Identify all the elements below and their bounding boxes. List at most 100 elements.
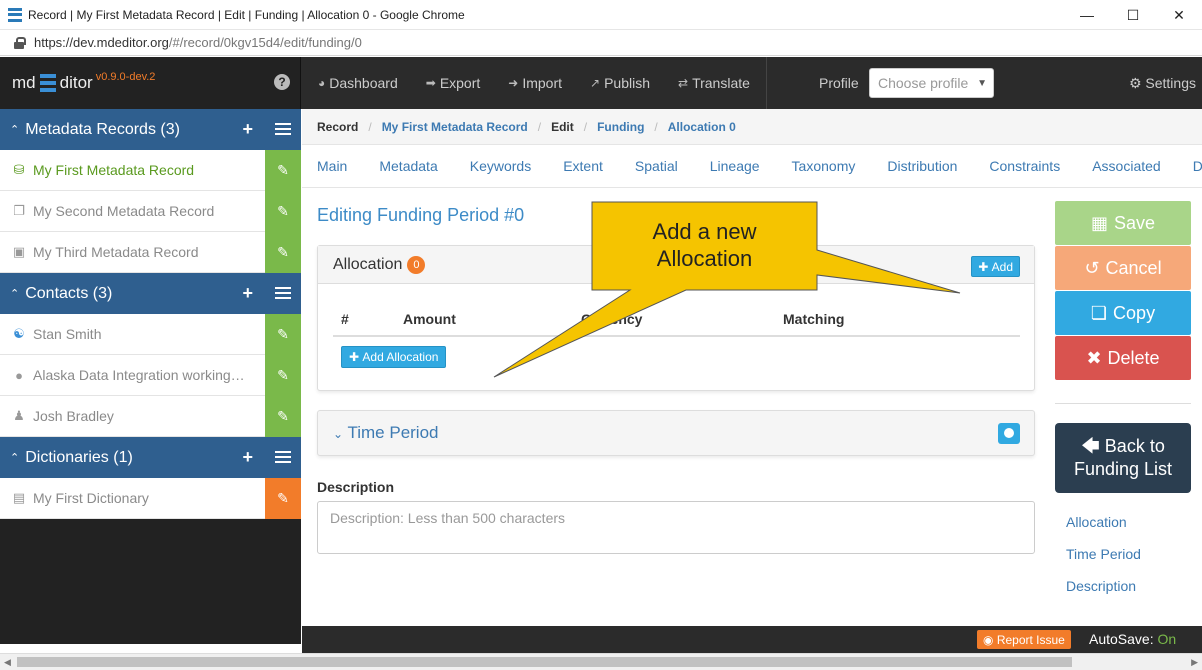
back-to-funding-list-button[interactable]: 🡄 Back to Funding List (1055, 423, 1191, 493)
sidebar-section-metadata-records[interactable]: ⌃ Metadata Records (3) + (0, 109, 301, 150)
description-label: Description (317, 479, 395, 495)
copy-button[interactable]: ❏ Copy (1055, 291, 1191, 335)
brand[interactable]: md ditor v0.9.0-dev.2 ? (0, 57, 301, 109)
tab-extent[interactable]: Extent (563, 158, 603, 174)
breadcrumb-separator: / (368, 119, 372, 134)
add-dictionary-icon[interactable]: + (242, 447, 253, 468)
autosave-label: AutoSave: (1089, 631, 1154, 647)
description-textarea[interactable]: Description: Less than 500 characters (317, 501, 1035, 554)
sidebar-section-contacts[interactable]: ⌃ Contacts (3) + (0, 273, 301, 314)
callout-text: Add a new Allocation (592, 218, 817, 272)
scroll-left-icon[interactable]: ◀ (4, 657, 11, 668)
allocation-title: Allocation (333, 255, 403, 273)
scroll-right-icon[interactable]: ▶ (1191, 657, 1198, 668)
breadcrumb-record-name[interactable]: My First Metadata Record (382, 120, 528, 134)
breadcrumb-funding[interactable]: Funding (597, 120, 644, 134)
add-record-icon[interactable]: + (242, 119, 253, 140)
nav-translate[interactable]: ⇄ Translate (678, 75, 750, 91)
image-icon: ▣ (12, 244, 26, 259)
nav-dashboard[interactable]: ◕ Dashboard (318, 75, 398, 91)
pencil-icon[interactable]: ✎ (265, 355, 301, 396)
footer: ◉ Report Issue AutoSave: On (302, 626, 1202, 653)
pencil-icon[interactable]: ✎ (265, 150, 301, 191)
url-text[interactable]: https://dev.mdeditor.org/#/record/0kgv15… (34, 35, 362, 50)
chevron-up-icon: ⌃ (10, 452, 20, 464)
list-icon[interactable] (275, 451, 291, 463)
arrow-left-icon: 🡄 (1081, 436, 1100, 456)
cancel-button[interactable]: ↺ Cancel (1055, 246, 1191, 290)
tab-metadata[interactable]: Metadata (379, 158, 437, 174)
help-icon[interactable]: ? (274, 74, 290, 90)
allocation-count-badge: 0 (407, 255, 426, 274)
sidebar-item-second-record[interactable]: ❐ My Second Metadata Record ✎ (0, 191, 301, 232)
sidebar-item-label: Alaska Data Integration working group (33, 367, 245, 383)
pencil-icon[interactable]: ✎ (265, 314, 301, 355)
settings-link[interactable]: ⚙ Settings (1129, 75, 1196, 92)
pencil-icon[interactable]: ✎ (265, 478, 301, 519)
nav-publish-label: Publish (604, 75, 651, 91)
tab-documents[interactable]: Documents (1193, 158, 1202, 174)
maximize-icon[interactable]: ☐ (1110, 0, 1156, 30)
list-icon[interactable] (275, 123, 291, 135)
add-contact-icon[interactable]: + (242, 283, 253, 304)
tab-spatial[interactable]: Spatial (635, 158, 678, 174)
list-icon[interactable] (275, 287, 291, 299)
browser-titlebar: Record | My First Metadata Record | Edit… (0, 0, 1202, 30)
nav-export-label: Export (439, 75, 481, 91)
delete-button[interactable]: ✖ Delete (1055, 336, 1191, 380)
sidebar-item-josh-bradley[interactable]: ♟ Josh Bradley ✎ (0, 396, 301, 437)
link-time-period[interactable]: Time Period (1066, 546, 1141, 578)
pencil-icon[interactable]: ✎ (265, 232, 301, 273)
sidebar-section-dictionaries[interactable]: ⌃ Dictionaries (1) + (0, 437, 301, 478)
tab-constraints[interactable]: Constraints (989, 158, 1060, 174)
sidebar-item-first-record[interactable]: ⛁ My First Metadata Record ✎ (0, 150, 301, 191)
sidebar-item-first-dictionary[interactable]: ▤ My First Dictionary ✎ (0, 478, 301, 519)
sidebar-item-stan-smith[interactable]: ☯ Stan Smith ✎ (0, 314, 301, 355)
link-description[interactable]: Description (1066, 578, 1141, 610)
time-period-toggle[interactable] (998, 423, 1020, 444)
nav-publish[interactable]: ↗ Publish (590, 75, 650, 91)
add-button[interactable]: ✚ Add (971, 256, 1020, 277)
settings-label: Settings (1145, 75, 1196, 91)
tab-main[interactable]: Main (317, 158, 347, 174)
nav-export[interactable]: ➡ Export (426, 75, 481, 91)
address-bar[interactable]: https://dev.mdeditor.org/#/record/0kgv15… (0, 30, 1202, 56)
tab-keywords[interactable]: Keywords (470, 158, 531, 174)
time-period-title[interactable]: ⌄ Time Period (333, 423, 439, 443)
nav-import[interactable]: ➜ Import (508, 75, 562, 91)
profile-select[interactable]: Choose profile ▼ (869, 68, 994, 98)
autosave-value: On (1157, 631, 1177, 647)
dashboard-icon: ◕ (318, 76, 326, 90)
link-allocation[interactable]: Allocation (1066, 514, 1141, 546)
pencil-icon[interactable]: ✎ (265, 396, 301, 437)
tab-associated[interactable]: Associated (1092, 158, 1160, 174)
section-title: Dictionaries (1) (25, 448, 133, 466)
chevron-up-icon: ⌃ (10, 288, 20, 300)
tab-taxonomy[interactable]: Taxonomy (792, 158, 856, 174)
tab-distribution[interactable]: Distribution (887, 158, 957, 174)
close-icon[interactable]: ✕ (1156, 0, 1202, 30)
top-nav: ◕ Dashboard ➡ Export ➜ Import ↗ Publish ⇄ Tra… (302, 57, 767, 109)
time-period-panel[interactable]: ⌄ Time Period (317, 410, 1035, 456)
save-button[interactable]: ▦ Save (1055, 201, 1191, 245)
callout-line2: Allocation (656, 246, 753, 271)
scrollbar-thumb[interactable] (17, 657, 1072, 667)
tab-lineage[interactable]: Lineage (710, 158, 760, 174)
minimize-icon[interactable]: — (1064, 0, 1110, 30)
pencil-icon[interactable]: ✎ (265, 191, 301, 232)
window-title: Record | My First Metadata Record | Edit… (28, 7, 465, 22)
sidebar-item-third-record[interactable]: ▣ My Third Metadata Record ✎ (0, 232, 301, 273)
nav-divider (765, 57, 767, 109)
breadcrumb-edit: Edit (551, 119, 574, 134)
save-label: Save (1113, 212, 1156, 233)
report-issue-button[interactable]: ◉ Report Issue (977, 630, 1071, 649)
autosave-status[interactable]: AutoSave: On (1089, 631, 1176, 647)
breadcrumb-allocation[interactable]: Allocation 0 (668, 120, 736, 134)
translate-icon: ⇄ (678, 76, 689, 90)
add-allocation-button[interactable]: ✚ Add Allocation (341, 346, 447, 368)
horizontal-scrollbar[interactable]: ◀ ▶ (0, 653, 1202, 670)
sidebar-item-alaska-group[interactable]: ● Alaska Data Integration working group … (0, 355, 301, 396)
breadcrumb: Record / My First Metadata Record / Edit… (302, 109, 1202, 145)
add-allocation-label: Add Allocation (362, 350, 439, 364)
cancel-label: Cancel (1105, 257, 1162, 278)
